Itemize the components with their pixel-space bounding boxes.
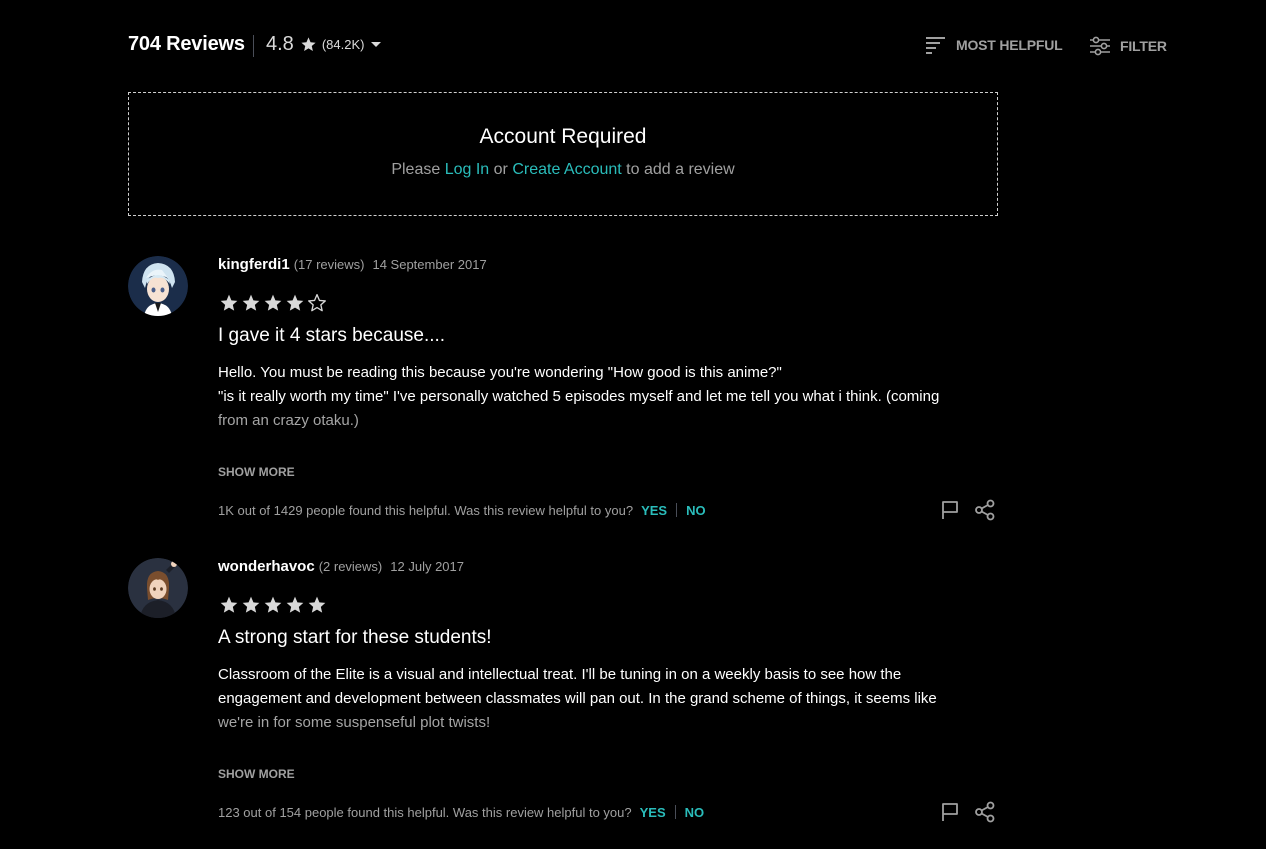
login-link[interactable]: Log In [445,161,489,178]
star-filled-icon [286,596,304,613]
helpful-row: 123 out of 154 people found this helpful… [218,801,998,823]
avatar[interactable] [128,256,188,316]
rating-count: (84.2K) [321,37,365,52]
flag-icon[interactable] [939,499,961,521]
star-filled-icon [264,294,282,311]
reviews-count: 704 Reviews [128,33,245,55]
account-required-text: Please Log In or Create Account to add a… [129,161,997,179]
helpful-yes-button[interactable]: YES [641,503,667,518]
sort-lines-icon [926,37,945,54]
vote-divider [674,805,676,819]
star-filled-icon [264,596,282,613]
helpful-no-button[interactable]: NO [686,503,706,518]
review-text: Classroom of the Elite is a visual and i… [218,663,998,735]
star-icon [301,37,316,52]
review-author[interactable]: kingferdi1 [218,256,290,273]
star-rating [218,293,998,313]
helpful-no-button[interactable]: NO [685,805,705,820]
reviews-page: 704 Reviews 4.8 (84.2K) MOST HELPFUL FIL… [0,0,1266,849]
review-text-line: Classroom of the Elite is a visual and i… [218,666,902,683]
account-text-after: to add a review [621,161,735,178]
review-text-line: engagement and development between class… [218,690,937,707]
star-filled-icon [286,294,304,311]
review-text-line: from an crazy otaku.) [218,412,359,429]
header-divider [253,35,254,57]
create-account-link[interactable]: Create Account [512,161,621,178]
star-filled-icon [242,596,260,613]
review-text-line: Hello. You must be reading this because … [218,364,782,381]
review-title: I gave it 4 stars because.... [218,325,446,346]
review-text-line: "is it really worth my time" I've person… [218,388,940,405]
rating-value: 4.8 [266,33,294,55]
rating-dropdown[interactable]: 4.8 (84.2K) [266,33,382,56]
sort-most-helpful-button[interactable]: MOST HELPFUL [926,36,1063,54]
helpful-text: 1K out of 1429 people found this helpful… [218,502,634,518]
review-meta: wonderhavoc (2 reviews) 12 July 2017 [218,558,998,578]
star-filled-icon [242,294,260,311]
show-more-button[interactable]: SHOW MORE [218,465,998,479]
review-text-line: we're in for some suspenseful plot twist… [218,714,491,731]
star-filled-icon [220,596,238,613]
star-empty-icon [308,294,326,312]
review-body: kingferdi1 (17 reviews) 14 September 201… [218,256,998,521]
author-review-count: (2 reviews) [318,559,383,574]
star-filled-icon [220,294,238,311]
review-date: 14 September 2017 [372,257,487,272]
helpful-text: 123 out of 154 people found this helpful… [218,804,632,820]
star-filled-icon [308,596,326,613]
avatar[interactable] [128,558,188,618]
user-avatar-image [128,558,188,618]
helpful-yes-button[interactable]: YES [640,805,666,820]
account-text-before: Please [391,161,445,178]
review-author[interactable]: wonderhavoc [218,558,315,575]
review-title: A strong start for these students! [218,627,492,648]
review-meta: kingferdi1 (17 reviews) 14 September 201… [218,256,998,276]
user-avatar-image [128,256,188,316]
vote-divider [676,503,678,517]
caret-down-icon [371,42,382,47]
flag-icon[interactable] [939,801,961,823]
review-text: Hello. You must be reading this because … [218,361,998,433]
star-rating [218,595,998,615]
show-more-button[interactable]: SHOW MORE [218,767,998,781]
filter-button[interactable]: FILTER [1090,36,1167,56]
account-text-middle: or [489,161,513,178]
review-date: 12 July 2017 [390,559,464,574]
share-icon[interactable] [974,499,996,521]
sort-label: MOST HELPFUL [956,37,1063,53]
share-icon[interactable] [974,801,996,823]
review-body: wonderhavoc (2 reviews) 12 July 2017 A s… [218,558,998,823]
helpful-row: 1K out of 1429 people found this helpful… [218,499,998,521]
filter-label: FILTER [1120,38,1167,54]
sliders-icon [1090,36,1110,56]
account-required-box: Account Required Please Log In or Create… [128,92,998,216]
reviews-header: 704 Reviews 4.8 (84.2K) MOST HELPFUL FIL… [128,30,1168,60]
author-review-count: (17 reviews) [293,257,365,272]
account-required-title: Account Required [479,125,647,148]
